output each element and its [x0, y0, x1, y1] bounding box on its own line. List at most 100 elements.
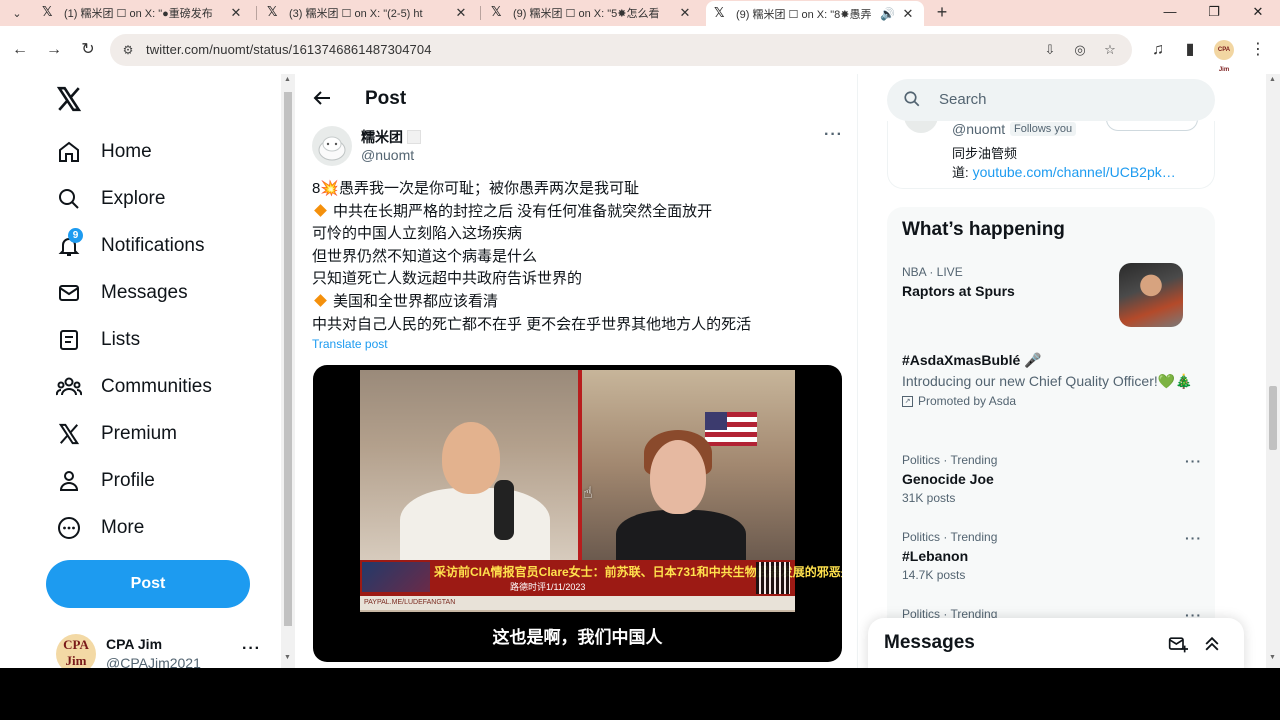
- post-line: 8💥愚弄我一次是你可耻；被你愚弄两次是我可耻: [312, 178, 842, 201]
- browser-tab-2[interactable]: 𝕏 (3) 糯米团 ☐ on X: "(2-5) ht ✕: [259, 1, 477, 25]
- trend-more-icon[interactable]: ···: [1185, 453, 1202, 469]
- speaker-icon[interactable]: 🔊: [880, 7, 896, 21]
- url-text[interactable]: twitter.com/nuomt/status/161374686148730…: [146, 42, 432, 57]
- post-more-icon[interactable]: ···: [824, 126, 843, 144]
- page-title: Post: [365, 88, 407, 109]
- tab-close-icon[interactable]: ✕: [228, 5, 244, 21]
- scroll-down-arrow-icon[interactable]: ▼: [1269, 654, 1276, 661]
- post-line: 只知道死亡人数远超中共政府告诉世界的: [312, 268, 842, 291]
- account-name: CPA Jim: [106, 636, 163, 652]
- nav-communities-label: Communities: [101, 376, 212, 397]
- post-line: 美国和全世界都应该看清: [312, 291, 842, 314]
- tab-close-icon[interactable]: ✕: [900, 6, 916, 22]
- right-scrollbar[interactable]: ▲ ▼: [1266, 74, 1280, 668]
- person-icon: [56, 468, 82, 494]
- post-line-text: 中共对自己人民的死亡都不在乎 更不会在乎世界其他地方人的死活: [312, 315, 752, 333]
- home-icon: [56, 139, 82, 165]
- forward-button[interactable]: →: [42, 38, 66, 62]
- install-app-icon[interactable]: ⇩: [1040, 40, 1060, 60]
- youtube-channel-link[interactable]: youtube.com/channel/UCB2pk…: [973, 164, 1176, 180]
- search-icon: [903, 90, 923, 110]
- reload-button[interactable]: ↻: [76, 38, 100, 62]
- scroll-down-arrow-icon[interactable]: ▼: [284, 654, 291, 661]
- nav-lists[interactable]: Lists: [56, 320, 140, 360]
- nav-profile[interactable]: Profile: [56, 461, 155, 501]
- nav-premium[interactable]: Premium: [56, 414, 177, 454]
- tracking-protection-icon[interactable]: ◎: [1070, 40, 1090, 60]
- new-message-icon[interactable]: [1168, 634, 1190, 656]
- account-more-icon[interactable]: ···: [242, 640, 261, 658]
- tab-close-icon[interactable]: ✕: [677, 5, 693, 21]
- follows-you-badge: Follows you: [1010, 122, 1077, 136]
- left-scrollbar-thumb[interactable]: [284, 92, 292, 626]
- profile-card-bio-link-line: 道: youtube.com/channel/UCB2pk…: [952, 162, 1176, 181]
- nav-more-label: More: [101, 517, 145, 538]
- translate-post-link[interactable]: Translate post: [312, 337, 388, 351]
- nav-communities[interactable]: Communities: [56, 367, 212, 407]
- new-tab-button[interactable]: +: [932, 2, 952, 22]
- author-handle[interactable]: @nuomt: [361, 147, 414, 163]
- author-name[interactable]: 糯米团: [361, 127, 421, 147]
- site-info-icon[interactable]: ⚙: [118, 40, 138, 60]
- tab-search-chevron-icon[interactable]: ⌄: [6, 3, 28, 23]
- post-button[interactable]: Post: [46, 560, 250, 608]
- browser-tab-1[interactable]: 𝕏 (1) 糯米团 ☐ on X: "●重磅发布 ✕: [34, 1, 252, 25]
- scroll-up-arrow-icon[interactable]: ▲: [1269, 76, 1276, 83]
- post-line-prefix: 8💥: [312, 180, 340, 197]
- close-window-button[interactable]: ✕: [1236, 0, 1280, 24]
- promoted-trend-item[interactable]: #AsdaXmasBublé 🎤 Introducing our new Chi…: [902, 352, 1202, 408]
- search-input[interactable]: Search: [887, 79, 1215, 121]
- expand-chevrons-icon[interactable]: [1202, 634, 1224, 656]
- speaker-man-body: [400, 488, 550, 568]
- trend-item[interactable]: Politics · Trending #Lebanon 14.7K posts…: [902, 530, 1202, 582]
- media-controls-icon[interactable]: ♫: [1146, 38, 1170, 62]
- tab-title: (3) 糯米团 ☐ on X: "(2-5) ht: [289, 8, 423, 20]
- left-scrollbar[interactable]: ▲ ▼: [281, 74, 295, 668]
- more-circle-icon: [56, 515, 82, 541]
- right-scrollbar-thumb[interactable]: [1269, 386, 1277, 450]
- promoted-description: Introducing our new Chief Quality Office…: [902, 373, 1193, 389]
- list-icon: [56, 327, 82, 353]
- nav-explore[interactable]: Explore: [56, 179, 165, 219]
- tab-close-icon[interactable]: ✕: [453, 5, 469, 21]
- nba-game-thumbnail[interactable]: [1119, 263, 1183, 327]
- post-line: 中共对自己人民的死亡都不在乎 更不会在乎世界其他地方人的死活: [312, 314, 842, 337]
- browser-menu-icon[interactable]: ⋮: [1246, 38, 1270, 62]
- restore-button[interactable]: ❐: [1192, 0, 1236, 24]
- post-line-text: 中共在长期严格的封控之后 没有任何准备就突然全面放开: [333, 202, 713, 220]
- trend-meta: Politics · Trending: [902, 530, 998, 544]
- account-switcher[interactable]: CPA Jim CPA Jim @CPAJim2021 ···: [56, 630, 270, 668]
- promoted-by: ↗ Promoted by Asda: [902, 394, 1202, 408]
- video-frame: 采访前CIA情报官员Clare女士：前苏联、日本731和中共生物武器发展的邪恶关…: [360, 370, 842, 612]
- nav-messages[interactable]: Messages: [56, 273, 188, 313]
- tab-title: (9) 糯米团 ☐ on X: "5✸怎么看: [513, 8, 660, 20]
- profile-card-handle[interactable]: @nuomt: [952, 121, 1005, 137]
- trend-name: Genocide Joe: [902, 471, 994, 487]
- post-line: 但世界仍然不知道这个病毒是什么: [312, 246, 842, 269]
- trend-more-icon[interactable]: ···: [1185, 530, 1202, 546]
- minimize-button[interactable]: —: [1148, 0, 1192, 24]
- tab-title: (1) 糯米团 ☐ on X: "●重磅发布: [64, 8, 213, 20]
- side-panel-icon[interactable]: ▮: [1178, 38, 1202, 62]
- scroll-up-arrow-icon[interactable]: ▲: [284, 76, 291, 83]
- nav-home[interactable]: Home: [56, 132, 152, 172]
- people-icon: [56, 374, 82, 400]
- browser-tab-4-active[interactable]: 𝕏 (9) 糯米团 ☐ on X: "8✸愚弄 🔊 ✕: [706, 1, 924, 26]
- nav-notifications[interactable]: 9 Notifications: [56, 226, 205, 266]
- messages-drawer[interactable]: Messages: [868, 618, 1244, 668]
- video-ticker: PAYPAL.ME/LUDEFANGTAN: [360, 596, 795, 610]
- browser-tab-3[interactable]: 𝕏 (9) 糯米团 ☐ on X: "5✸怎么看 ✕: [483, 1, 701, 25]
- back-arrow-icon[interactable]: [312, 88, 332, 113]
- video-player[interactable]: 采访前CIA情报官员Clare女士：前苏联、日本731和中共生物武器发展的邪恶关…: [313, 365, 842, 662]
- x-logo-icon[interactable]: [56, 86, 84, 114]
- tab-divider: [480, 6, 481, 20]
- trend-item[interactable]: Politics · Trending Genocide Joe 31K pos…: [902, 453, 1202, 505]
- browser-profile-avatar[interactable]: CPA Jim: [1214, 40, 1234, 73]
- back-button[interactable]: ←: [8, 38, 32, 62]
- nav-more[interactable]: More: [56, 508, 144, 548]
- address-bar[interactable]: ⚙ twitter.com/nuomt/status/1613746861487…: [110, 34, 1132, 66]
- bookmark-star-icon[interactable]: ☆: [1100, 40, 1120, 60]
- x-favicon-icon: 𝕏: [491, 5, 502, 20]
- author-avatar[interactable]: [312, 126, 352, 166]
- nav-notifications-label: Notifications: [101, 235, 205, 256]
